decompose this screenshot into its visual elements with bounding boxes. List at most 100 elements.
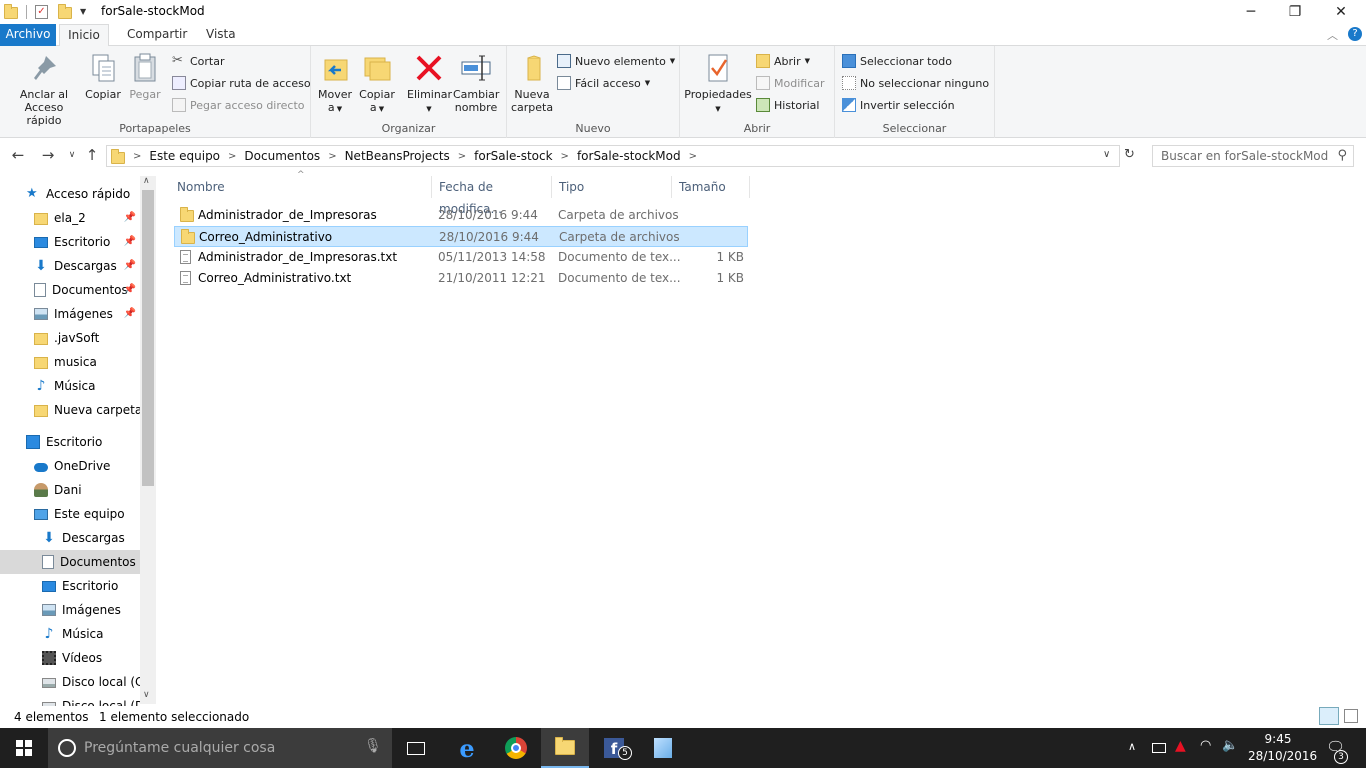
up-arrow-icon[interactable]: ↑ bbox=[82, 146, 102, 164]
select-all-button[interactable]: Seleccionar todo bbox=[842, 54, 952, 68]
help-icon[interactable]: ? bbox=[1348, 27, 1362, 41]
large-icons-view-icon[interactable] bbox=[1344, 709, 1358, 723]
file-row[interactable]: Administrador_de_Impresoras.txt 05/11/201… bbox=[174, 247, 748, 268]
rename-button[interactable]: Cambiar nombre bbox=[453, 52, 499, 114]
battery-icon[interactable] bbox=[1152, 743, 1166, 753]
forward-arrow-icon[interactable]: → bbox=[38, 146, 58, 164]
wifi-icon[interactable]: ◠ bbox=[1200, 738, 1211, 753]
facebook-app-button[interactable]: f 5 bbox=[590, 728, 638, 768]
sidebar-item-pc[interactable]: Documentos bbox=[0, 550, 140, 574]
clock-date[interactable]: 28/10/2016 bbox=[1248, 749, 1317, 763]
scroll-up-icon[interactable]: ∧ bbox=[143, 176, 150, 186]
back-arrow-icon[interactable]: ← bbox=[8, 146, 28, 164]
tab-share[interactable]: Compartir bbox=[118, 24, 196, 46]
file-row[interactable]: Correo_Administrativo 28/10/2016 9:44 Carp… bbox=[174, 226, 748, 247]
sidebar-item-onedrive[interactable]: OneDrive bbox=[0, 454, 140, 478]
paste-shortcut-button[interactable]: Pegar acceso directo bbox=[172, 98, 305, 112]
properties-check-icon[interactable]: ✓ bbox=[35, 4, 48, 19]
new-item-button[interactable]: Nuevo elemento ▼ bbox=[557, 54, 675, 68]
sidebar-item-quick[interactable]: musica bbox=[0, 350, 140, 374]
copy-to-button[interactable]: Copiar a ▼ bbox=[359, 52, 395, 116]
sidebar-item-quick[interactable]: Documentos 📌 bbox=[0, 278, 140, 302]
breadcrumb-forsale-stock[interactable]: forSale-stock bbox=[474, 149, 552, 163]
clock-time[interactable]: 9:45 bbox=[1250, 732, 1306, 746]
sidebar-item-desktop[interactable]: Escritorio bbox=[0, 430, 140, 454]
column-header-size[interactable]: Tamaño bbox=[672, 176, 750, 198]
cut-button[interactable]: ✂ Cortar bbox=[172, 54, 225, 68]
sidebar-item-quick[interactable]: ela_2 📌 bbox=[0, 206, 140, 230]
file-row[interactable]: Administrador_de_Impresoras 28/10/2016 9:… bbox=[174, 205, 748, 226]
collapse-ribbon-icon[interactable]: ︿ bbox=[1327, 27, 1338, 43]
start-button[interactable] bbox=[0, 728, 48, 768]
edge-app-button[interactable]: e bbox=[443, 728, 491, 768]
sidebar-item-pc[interactable]: Disco local (D:) bbox=[0, 694, 140, 706]
close-button[interactable]: ✕ bbox=[1318, 0, 1364, 24]
title-bar: ✓ ▼ forSale-stockMod ─ ❐ ✕ bbox=[0, 0, 1366, 24]
task-view-button[interactable] bbox=[392, 728, 440, 768]
sidebar-item-user[interactable]: Dani bbox=[0, 478, 140, 502]
chrome-app-button[interactable] bbox=[492, 728, 540, 768]
maximize-button[interactable]: ❐ bbox=[1272, 0, 1318, 24]
warning-icon[interactable]: ▲ bbox=[1175, 738, 1186, 754]
column-header-date[interactable]: Fecha de modifica... bbox=[432, 176, 552, 216]
recent-locations-chevron-icon[interactable]: ∨ bbox=[62, 150, 82, 160]
tab-view[interactable]: Vista bbox=[197, 24, 245, 46]
sidebar-item-quick-access[interactable]: ★ Acceso rápido bbox=[0, 182, 140, 206]
sidebar-item-quick[interactable]: Escritorio 📌 bbox=[0, 230, 140, 254]
search-input[interactable]: Buscar en forSale-stockMod ⚲ bbox=[1152, 145, 1354, 167]
move-to-button[interactable]: Mover a ▼ bbox=[317, 52, 353, 116]
sidebar-item-quick[interactable]: .javSoft bbox=[0, 326, 140, 350]
app-cube-button[interactable] bbox=[639, 728, 687, 768]
sidebar-item-pc[interactable]: Disco local (C:) bbox=[0, 670, 140, 694]
sidebar-item-quick[interactable]: ♪ Música bbox=[0, 374, 140, 398]
file-list: ^ Nombre Fecha de modifica... Tipo Tamañ… bbox=[170, 170, 1366, 704]
new-folder-quick-icon[interactable] bbox=[58, 4, 72, 19]
paste-button[interactable]: Pegar bbox=[126, 52, 164, 101]
sidebar-item-pc[interactable]: Escritorio bbox=[0, 574, 140, 598]
sidebar-item-pc[interactable]: ⬇ Descargas bbox=[0, 526, 140, 550]
sidebar-scrollbar-thumb[interactable] bbox=[142, 190, 154, 486]
scroll-down-icon[interactable]: ∨ bbox=[143, 690, 150, 700]
microphone-icon[interactable]: 🎙 bbox=[364, 738, 382, 754]
tray-chevron-up-icon[interactable]: ∧ bbox=[1128, 740, 1136, 753]
sidebar-item-quick[interactable]: Imágenes 📌 bbox=[0, 302, 140, 326]
sidebar-item-pc[interactable]: ♪ Música bbox=[0, 622, 140, 646]
sidebar-item-quick[interactable]: Nueva carpeta (2 bbox=[0, 398, 140, 422]
breadcrumb-this-pc[interactable]: Este equipo bbox=[149, 149, 220, 163]
easy-access-button[interactable]: Fácil acceso ▼ bbox=[557, 76, 650, 90]
sidebar-item-quick[interactable]: ⬇ Descargas 📌 bbox=[0, 254, 140, 278]
column-header-name[interactable]: Nombre bbox=[170, 176, 432, 198]
address-bar[interactable]: > Este equipo > Documentos > NetBeansPro… bbox=[106, 145, 1120, 167]
cortana-search-input[interactable]: Pregúntame cualquier cosa 🎙 bbox=[48, 728, 392, 768]
tab-home[interactable]: Inicio bbox=[59, 24, 109, 47]
minimize-button[interactable]: ─ bbox=[1228, 0, 1274, 24]
customize-toolbar-chevron-icon[interactable]: ▼ bbox=[80, 7, 86, 16]
breadcrumb-forsale-stockmod[interactable]: forSale-stockMod bbox=[577, 149, 681, 163]
new-folder-button[interactable]: Nueva carpeta bbox=[511, 52, 553, 114]
copy-path-button[interactable]: Copiar ruta de acceso bbox=[172, 76, 311, 90]
copy-button[interactable]: Copiar bbox=[84, 52, 122, 101]
column-header-type[interactable]: Tipo bbox=[552, 176, 672, 198]
details-view-icon[interactable] bbox=[1319, 707, 1339, 725]
address-dropdown-chevron-icon[interactable]: ∨ bbox=[1103, 149, 1110, 160]
open-button[interactable]: Abrir ▼ bbox=[756, 54, 810, 68]
sidebar-item-pc[interactable]: Vídeos bbox=[0, 646, 140, 670]
edit-button[interactable]: Modificar bbox=[756, 76, 825, 90]
breadcrumb-documents[interactable]: Documentos bbox=[244, 149, 320, 163]
pictures-icon bbox=[34, 308, 48, 320]
history-button[interactable]: Historial bbox=[756, 98, 819, 112]
properties-button[interactable]: Propiedades ▼ bbox=[684, 52, 752, 116]
volume-icon[interactable]: 🔈 bbox=[1222, 738, 1238, 753]
file-row[interactable]: Correo_Administrativo.txt 21/10/2011 12:2… bbox=[174, 268, 748, 289]
select-none-button[interactable]: No seleccionar ninguno bbox=[842, 76, 989, 90]
folder-icon bbox=[4, 4, 18, 19]
pin-quick-access-button[interactable]: Anclar al Acceso rápido bbox=[6, 52, 82, 127]
sidebar-item-this-pc[interactable]: Este equipo bbox=[0, 502, 140, 526]
sidebar-item-pc[interactable]: Imágenes bbox=[0, 598, 140, 622]
invert-selection-button[interactable]: Invertir selección bbox=[842, 98, 955, 112]
tab-file[interactable]: Archivo bbox=[0, 24, 56, 46]
file-explorer-app-button[interactable] bbox=[541, 728, 589, 768]
delete-button[interactable]: Eliminar ▼ bbox=[407, 52, 452, 116]
refresh-icon[interactable]: ↻ bbox=[1124, 147, 1135, 162]
breadcrumb-netbeansprojects[interactable]: NetBeansProjects bbox=[345, 149, 450, 163]
